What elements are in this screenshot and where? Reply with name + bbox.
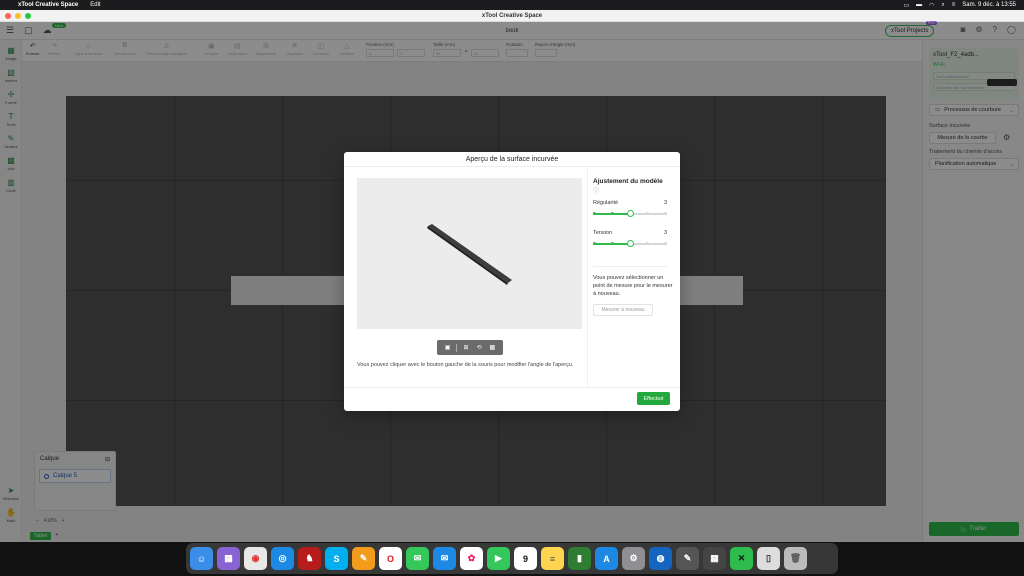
network-icon[interactable]: ◍ (649, 547, 672, 570)
control-center-icon[interactable]: ≡ (952, 2, 956, 8)
grid-view-icon[interactable]: ⊞ (461, 343, 470, 352)
done-button[interactable]: Effectué (637, 392, 670, 405)
preview-3d-model[interactable] (357, 178, 582, 329)
minimize-window-button[interactable] (15, 13, 21, 19)
finder-icon[interactable]: ☺ (190, 547, 213, 570)
calendar-icon[interactable]: 9 (514, 547, 537, 570)
menubar-datetime[interactable]: Sam. 9 déc. à 13:55 (962, 2, 1016, 8)
regularity-slider-row: Régularité 3 (593, 200, 667, 217)
safari-icon[interactable]: ◎ (271, 547, 294, 570)
photos-icon[interactable]: ✿ (460, 547, 483, 570)
menubar-app-name[interactable]: xTool Creative Space (18, 2, 78, 8)
facetime-icon[interactable]: ▶ (487, 547, 510, 570)
tension-label: Tension (593, 230, 612, 236)
menubar: xTool Creative Space Edit ▭ ▬ ◠ ⌕ ≡ Sam.… (0, 0, 1024, 10)
opera-icon[interactable]: O (379, 547, 402, 570)
texture-view-icon[interactable]: ▩ (488, 343, 497, 352)
regularity-slider-handle[interactable] (626, 210, 634, 217)
close-window-button[interactable] (5, 13, 11, 19)
status-icon[interactable]: ▭ (903, 2, 909, 9)
trash-icon[interactable]: 🗑 (784, 547, 807, 570)
tension-slider[interactable] (593, 240, 667, 247)
info-icon[interactable]: ⓘ (593, 186, 673, 195)
maximize-window-button[interactable] (25, 13, 31, 19)
mail-icon[interactable]: ✉ (433, 547, 456, 570)
curved-surface-preview-dialog: Aperçu de la surface incurvée ▣ ⊞ ⟲ ▩ Vo… (344, 152, 680, 411)
app-store-icon[interactable]: A (595, 547, 618, 570)
skype-icon[interactable]: S (325, 547, 348, 570)
wifi-icon[interactable]: ◠ (929, 2, 934, 9)
document-icon[interactable]: ▯ (757, 547, 780, 570)
tension-slider-handle[interactable] (626, 240, 634, 247)
chrome-icon[interactable]: ◉ (244, 547, 267, 570)
window-titlebar: xTool Creative Space (0, 10, 1024, 22)
app-icon[interactable]: ♞ (298, 547, 321, 570)
messages-icon[interactable]: ✉ (406, 547, 429, 570)
window-title: xTool Creative Space (481, 12, 543, 19)
image-view-icon[interactable]: ▣ (443, 343, 452, 352)
adjust-title: Ajustement du modèle (593, 178, 663, 185)
draw-icon[interactable]: ✎ (676, 547, 699, 570)
remeasure-button[interactable]: Mesurer à nouveau (593, 304, 653, 316)
system-settings-icon[interactable]: ⚙ (622, 547, 645, 570)
dock: ☺ ▦ ◉ ◎ ♞ S ✎ O ✉ ✉ ✿ ▶ 9 ≡ ▮ A ⚙ ◍ ✎ ▦ … (186, 543, 838, 574)
notes-icon[interactable]: ≡ (541, 547, 564, 570)
tension-slider-row: Tension 3 (593, 230, 667, 247)
tension-value: 3 (663, 230, 667, 236)
menu-edit[interactable]: Edit (90, 2, 100, 8)
xtool-icon[interactable]: ✕ (730, 547, 753, 570)
model-adjustment: Ajustement du modèle ⓘ Régularité 3 Tens… (593, 178, 673, 316)
preview-hint: Vous pouvez cliquer avec le bouton gauch… (357, 362, 574, 368)
dialog-title: Aperçu de la surface incurvée (344, 152, 680, 167)
launchpad-icon[interactable]: ▦ (217, 547, 240, 570)
pages-icon[interactable]: ✎ (352, 547, 375, 570)
battery-icon[interactable]: ▬ (916, 2, 922, 8)
numbers-icon[interactable]: ▮ (568, 547, 591, 570)
regularity-label: Régularité (593, 200, 619, 206)
surface-preview[interactable] (357, 178, 582, 329)
regularity-value: 3 (663, 200, 667, 206)
calculator-icon[interactable]: ▦ (703, 547, 726, 570)
remeasure-hint: Vous pouvez sélectionner un point de mes… (593, 275, 673, 297)
regularity-slider[interactable] (593, 210, 667, 217)
reset-view-icon[interactable]: ⟲ (475, 343, 484, 352)
search-icon[interactable]: ⌕ (941, 2, 944, 9)
preview-toolbar: ▣ ⊞ ⟲ ▩ (437, 340, 503, 355)
